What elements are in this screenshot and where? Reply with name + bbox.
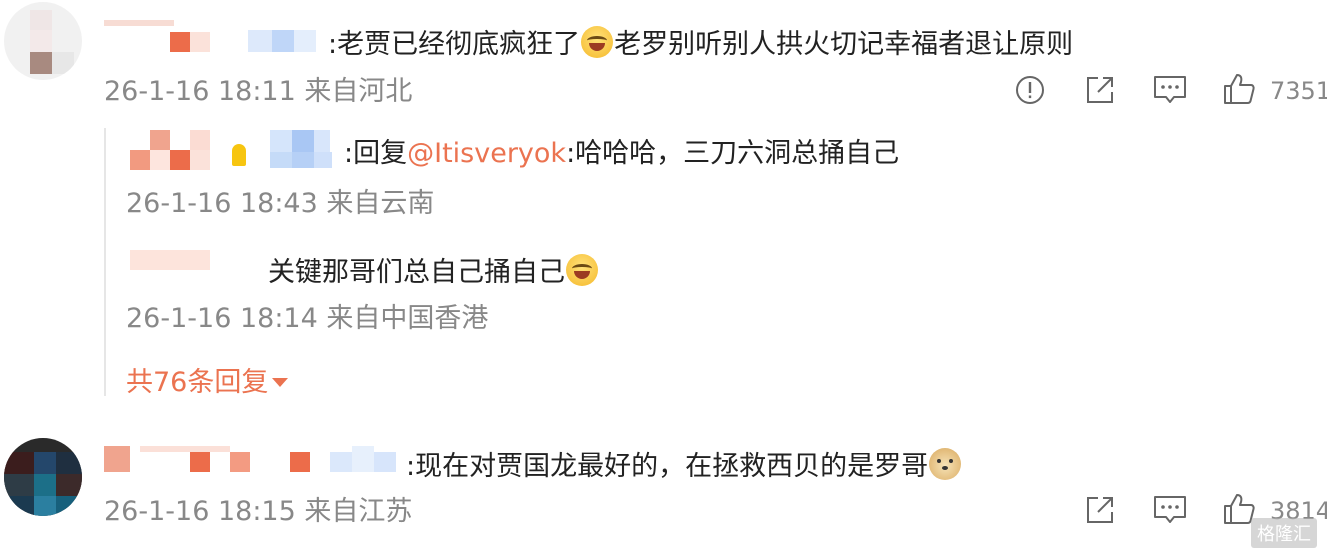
reply-text: 关键那哥们总自己捅自己 [268,254,599,286]
laugh-cry-emoji [581,26,614,58]
caret-down-icon [272,378,289,387]
more-replies-label: 共76条回复 [126,367,269,398]
reply-meta: 26-1-16 18:43 来自云南 [126,190,434,217]
comment-meta: 26-1-16 18:15 来自江苏 [104,498,412,525]
avatar[interactable] [4,438,82,516]
reply-text-part: :哈哈哈，三刀六洞总捅自己 [566,138,900,169]
doge-emoji [929,448,962,480]
comment-icon[interactable] [1152,494,1188,526]
comment-text: :现在对贾国龙最好的，在拯救西贝的是罗哥 [406,448,962,480]
reply-thread-line [104,128,106,396]
timestamp: 26-1-16 18:43 [126,188,318,219]
share-icon[interactable] [1084,74,1116,106]
vip-badge-icon [232,144,246,166]
location: 来自云南 [326,188,435,219]
comment-meta: 26-1-16 18:11 来自河北 [104,78,412,105]
location: 来自中国香港 [326,303,489,334]
comment-text-part: :现在对贾国龙最好的，在拯救西贝的是罗哥 [406,451,929,482]
reply-text: :回复@Itisveryok:哈哈哈，三刀六洞总捅自己 [344,140,899,167]
report-icon[interactable] [1014,74,1046,106]
comment-text-part: :老贾已经彻底疯狂了 [328,29,581,60]
timestamp: 26-1-16 18:14 [126,303,318,334]
comment-text: :老贾已经彻底疯狂了 老罗别听别人拱火切记幸福者退让原则 [328,26,1073,58]
like-icon[interactable] [1222,72,1256,106]
more-replies-link[interactable]: 共76条回复 [126,367,289,398]
location: 来自江苏 [304,496,413,527]
like-count: 7351 [1270,77,1327,105]
reply-prefix: :回复 [344,138,408,169]
comment-icon[interactable] [1152,74,1188,106]
timestamp: 26-1-16 18:11 [104,76,296,107]
reply-text-part: 关键那哥们总自己捅自己 [268,257,565,288]
location: 来自河北 [304,76,413,107]
timestamp: 26-1-16 18:15 [104,496,296,527]
avatar[interactable] [4,2,82,80]
comment-text-part: 老罗别听别人拱火切记幸福者退让原则 [614,29,1074,60]
share-icon[interactable] [1084,494,1116,526]
laugh-cry-emoji [566,254,598,286]
watermark: 格隆汇 [1251,518,1317,548]
mention-link[interactable]: @Itisveryok [407,138,566,169]
reply-meta: 26-1-16 18:14 来自中国香港 [126,305,488,332]
